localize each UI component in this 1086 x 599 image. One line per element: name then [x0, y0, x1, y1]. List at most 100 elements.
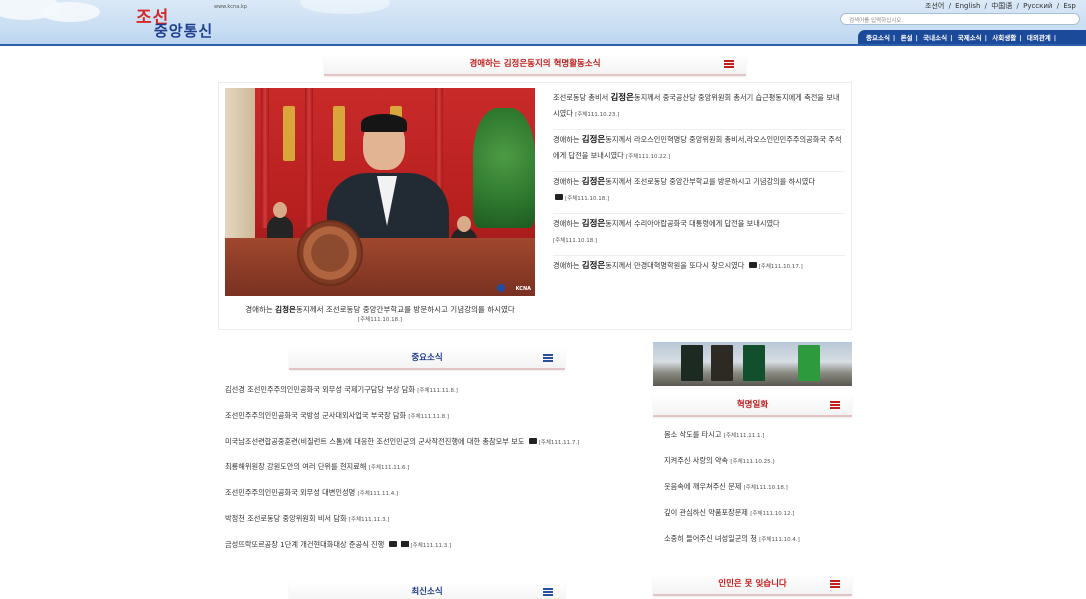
logo-url: www.kcna.kp [214, 4, 247, 10]
curtain-decoration [261, 88, 269, 228]
camera-icon [555, 194, 563, 200]
item-text: 동지께서 조선로동당 중앙간부학교를 방문하시고 기념강의를 하시였다 [605, 177, 816, 186]
item-name: 김정은 [581, 219, 606, 229]
nav-international[interactable]: 국제소식 [958, 34, 982, 42]
item-text: 최룡해위원장 강원도안의 여러 단위를 현지료해 [225, 462, 367, 472]
item-text: 소중히 들어주신 녀성일군의 청 [664, 534, 757, 543]
feature-photo[interactable]: KCNA [225, 88, 535, 296]
item-text: 조선민주주의인민공화국 외무성 대변인성명 [225, 488, 356, 498]
item-text: 박정천 조선로동당 중앙위원회 비서 담화 [225, 513, 347, 523]
flag-decoration [283, 106, 295, 161]
lang-spanish[interactable]: Esp [1063, 2, 1076, 10]
nav-important-news[interactable]: 중요소식 [866, 34, 890, 42]
item-text: 동지께서 수리아아랍공화국 대통령에게 답전을 보내시였다 [605, 219, 780, 228]
list-item[interactable]: 소중히 들어주신 녀성일군의 청 [주체111.10.4.] [664, 532, 852, 558]
flag-decoration [333, 106, 345, 161]
search-input[interactable]: 검색어를 입력하십시오. [840, 13, 1080, 25]
item-date: [주체111.10.18.] [553, 238, 598, 244]
kcna-logo-icon [497, 284, 505, 292]
important-title-bar[interactable]: 중요소식 [289, 348, 565, 370]
list-item[interactable]: 지켜주신 사랑의 약속 [주체111.10.25.] [664, 454, 852, 480]
lang-chinese[interactable]: 中国语 [991, 2, 1012, 10]
item-date: [주체111.10.4.] [759, 537, 800, 543]
latest-title-bar[interactable]: 최신소식 [289, 582, 565, 599]
item-date: [주체111.11.3.] [410, 542, 452, 549]
book-image [681, 345, 703, 381]
item-date: [주체111.10.22.] [626, 154, 671, 160]
list-item[interactable]: 웃음속에 깨우쳐주신 문제 [주체111.10.18.] [664, 480, 852, 506]
caption-text: 동지께서 조선로동당 중앙간부학교를 방문하시고 기념강의를 하시였다 [295, 305, 515, 314]
main-nav: 중요소식 | 론설 | 국내소식 | 국제소식 | 사회생활 | 대외관계 | [858, 30, 1086, 44]
list-icon[interactable] [830, 580, 840, 588]
list-item[interactable]: 경애하는 김정은동지께서 라오스인민혁명당 중앙위원회 총비서,라오스인민민주주… [553, 130, 845, 172]
list-item[interactable]: 경애하는 김정은동지께서 만경대혁명학원을 또다시 찾으시였다 [주체111.1… [553, 256, 845, 281]
list-icon[interactable] [543, 588, 553, 596]
list-item[interactable]: 금성뜨락또르공장 1단계 개건현대화대상 준공식 진행 [주체111.11.3.… [225, 538, 635, 564]
feature-news-list: 조선로동당 총비서 김정은동지께서 중국공산당 중앙위원회 총서기 습근평동지에… [553, 88, 845, 281]
latest-title: 최신소식 [411, 587, 443, 597]
lang-korean[interactable]: 조선어 [925, 2, 944, 10]
lang-russian[interactable]: Русский [1023, 2, 1052, 10]
item-date: [주체111.10.18.] [565, 196, 610, 202]
speaker-hair [361, 114, 407, 132]
item-name: 김정은 [581, 177, 606, 187]
item-date: [주체111.11.8.] [408, 413, 450, 420]
lang-english[interactable]: English [955, 2, 980, 10]
revolution-list: 몸소 삭도를 타시고 [주체111.11.1.] 지켜주신 사랑의 약속 [주체… [664, 428, 852, 558]
nav-domestic[interactable]: 국내소식 [923, 34, 947, 42]
list-item[interactable]: 미국남조선련합공중훈련(비질런트 스톰)에 대응한 조선인민군의 군사작전진행에… [225, 435, 635, 461]
lang-separator: / [1016, 2, 1019, 10]
camera-icon [748, 262, 757, 268]
revolution-title: 혁명일화 [736, 400, 769, 410]
list-icon[interactable] [543, 354, 553, 362]
list-item[interactable]: 박정천 조선로동당 중앙위원회 비서 담화 [주체111.11.3.] [225, 512, 635, 538]
nav-separator: | [1019, 34, 1022, 42]
item-date: [주체111.10.23.] [575, 112, 620, 118]
list-item[interactable]: 조선민주주의인민공화국 국방성 군사대외사업국 부국장 담화 [주체111.11… [225, 409, 635, 435]
site-logo[interactable]: 조선 www.kcna.kp 중앙통신 [136, 3, 266, 40]
lang-separator: / [984, 2, 988, 10]
list-item[interactable]: 김선경 조선민주주의인민공화국 외무성 국제기구담당 부상 담화 [주체111.… [225, 383, 635, 409]
nav-separator: | [984, 34, 988, 42]
item-prefix: 경애하는 [553, 135, 582, 144]
item-date: [주체111.11.8.] [417, 388, 458, 394]
list-item[interactable]: 경애하는 김정은동지께서 조선로동당 중앙간부학교를 방문하시고 기념강의를 하… [553, 172, 845, 214]
nav-social-life[interactable]: 사회생활 [992, 34, 1016, 42]
item-prefix: 경애하는 [553, 219, 582, 228]
books-banner[interactable] [653, 342, 852, 386]
emblem-icon [297, 220, 363, 286]
nav-external-relations[interactable]: 대외관계 [1027, 34, 1051, 42]
feature-title-bar[interactable]: 경애하는 김정은동지의 혁명활동소식 [324, 54, 746, 76]
list-item[interactable]: 경애하는 김정은동지께서 수리아아랍공화국 대통령에게 답전을 보내시였다 [주… [553, 214, 845, 256]
revolution-title-bar[interactable]: 혁명일화 [653, 395, 852, 417]
item-text: 지켜주신 사랑의 약속 [664, 456, 729, 465]
item-date: [주체111.10.25.] [730, 459, 775, 465]
item-text: 깊이 관심하신 약품포장문제 [664, 508, 748, 517]
audience-head [457, 216, 471, 232]
photo-caption[interactable]: 경애하는 김정은동지께서 조선로동당 중앙간부학교를 방문하시고 기념강의를 하… [225, 304, 535, 326]
list-item[interactable]: 조선로동당 총비서 김정은동지께서 중국공산당 중앙위원회 총서기 습근평동지에… [553, 88, 845, 130]
list-item[interactable]: 조선민주주의인민공화국 외무성 대변인성명 [주체111.11.4.] [225, 486, 635, 512]
list-item[interactable]: 최룡해위원장 강원도안의 여러 단위를 현지료해 [주체111.11.6.] [225, 460, 635, 486]
item-text: 조선민주주의인민공화국 국방성 군사대외사업국 부국장 담화 [225, 410, 407, 420]
item-date: [주체111.11.6.] [368, 465, 410, 472]
nav-separator: | [1053, 34, 1057, 42]
plant-decoration [473, 108, 535, 228]
item-text: 동지께서 만경대혁명학원을 또다시 찾으시였다 [605, 261, 745, 270]
list-icon[interactable] [724, 60, 734, 68]
item-date: [주체111.11.7.] [538, 439, 580, 446]
item-date: [주체111.10.17.] [758, 264, 803, 270]
nav-separator: | [915, 34, 918, 42]
lang-separator: / [1056, 2, 1060, 10]
nav-editorial[interactable]: 론설 [901, 34, 913, 42]
caption-prefix: 경애하는 [245, 305, 276, 314]
people-title-bar[interactable]: 인민은 못 잊습니다 [653, 574, 852, 596]
curtain-decoration [305, 88, 313, 228]
nav-separator: | [950, 34, 953, 42]
item-date: [주체111.10.12.] [750, 511, 795, 517]
logo-bottom-text: 중앙통신 [154, 22, 214, 40]
list-item[interactable]: 몸소 삭도를 타시고 [주체111.11.1.] [664, 428, 852, 454]
list-item[interactable]: 깊이 관심하신 약품포장문제 [주체111.10.12.] [664, 506, 852, 532]
list-icon[interactable] [830, 401, 840, 409]
book-image [798, 345, 820, 381]
